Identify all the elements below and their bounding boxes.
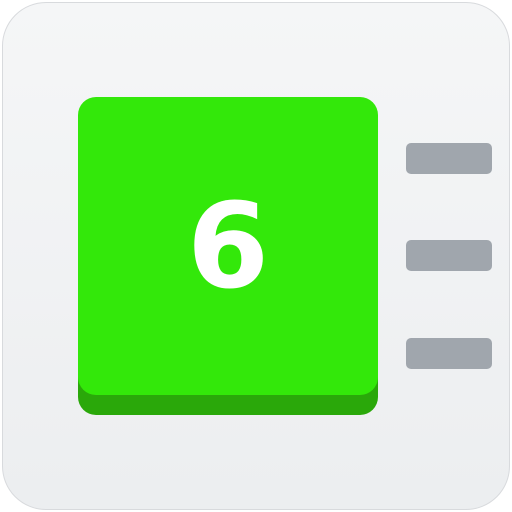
list-line-icon-1 [406, 143, 492, 174]
list-line-icon-2 [406, 240, 492, 271]
tile-number: 6 [186, 177, 270, 315]
list-line-icon-3 [406, 338, 492, 369]
number-tile: 6 [78, 97, 378, 395]
